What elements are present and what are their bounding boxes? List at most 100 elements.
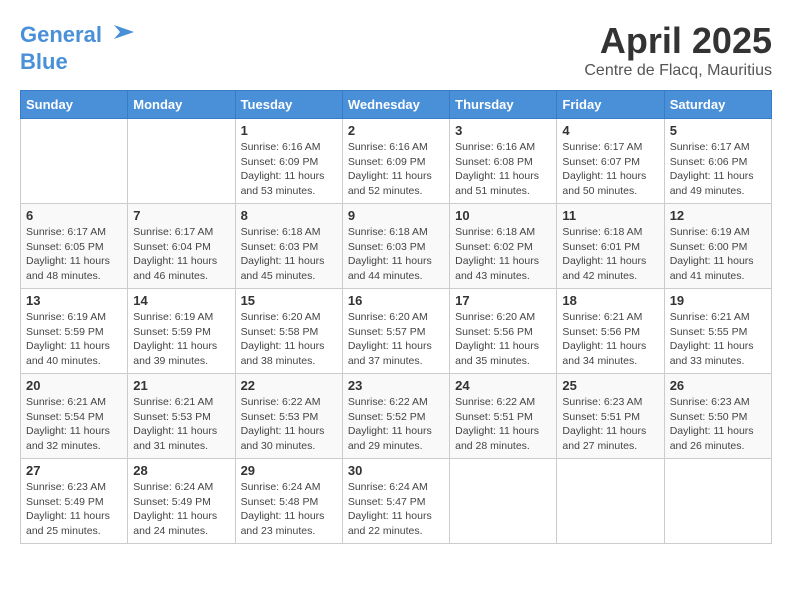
month-title: April 2025 — [584, 20, 772, 62]
sunrise: Sunrise: 6:19 AM — [670, 225, 766, 240]
daylight: Daylight: 11 hours and 29 minutes. — [348, 424, 444, 453]
sunset: Sunset: 5:53 PM — [241, 410, 337, 425]
calendar-cell: 21 Sunrise: 6:21 AM Sunset: 5:53 PM Dayl… — [128, 374, 235, 459]
day-number: 2 — [348, 123, 444, 138]
sunrise: Sunrise: 6:22 AM — [348, 395, 444, 410]
calendar-week-5: 27 Sunrise: 6:23 AM Sunset: 5:49 PM Dayl… — [21, 459, 772, 544]
day-info: Sunrise: 6:20 AM Sunset: 5:58 PM Dayligh… — [241, 310, 337, 369]
sunset: Sunset: 5:59 PM — [26, 325, 122, 340]
calendar-cell: 5 Sunrise: 6:17 AM Sunset: 6:06 PM Dayli… — [664, 119, 771, 204]
day-number: 14 — [133, 293, 229, 308]
weekday-header-tuesday: Tuesday — [235, 91, 342, 119]
sunrise: Sunrise: 6:18 AM — [562, 225, 658, 240]
day-info: Sunrise: 6:20 AM Sunset: 5:56 PM Dayligh… — [455, 310, 551, 369]
calendar-cell: 19 Sunrise: 6:21 AM Sunset: 5:55 PM Dayl… — [664, 289, 771, 374]
day-number: 9 — [348, 208, 444, 223]
daylight: Daylight: 11 hours and 46 minutes. — [133, 254, 229, 283]
sunset: Sunset: 5:59 PM — [133, 325, 229, 340]
calendar-cell: 23 Sunrise: 6:22 AM Sunset: 5:52 PM Dayl… — [342, 374, 449, 459]
daylight: Daylight: 11 hours and 52 minutes. — [348, 169, 444, 198]
day-info: Sunrise: 6:21 AM Sunset: 5:53 PM Dayligh… — [133, 395, 229, 454]
day-number: 13 — [26, 293, 122, 308]
sunset: Sunset: 5:55 PM — [670, 325, 766, 340]
sunrise: Sunrise: 6:20 AM — [241, 310, 337, 325]
day-info: Sunrise: 6:22 AM Sunset: 5:52 PM Dayligh… — [348, 395, 444, 454]
calendar-cell: 6 Sunrise: 6:17 AM Sunset: 6:05 PM Dayli… — [21, 204, 128, 289]
sunset: Sunset: 6:08 PM — [455, 155, 551, 170]
sunrise: Sunrise: 6:24 AM — [133, 480, 229, 495]
daylight: Daylight: 11 hours and 25 minutes. — [26, 509, 122, 538]
daylight: Daylight: 11 hours and 23 minutes. — [241, 509, 337, 538]
calendar-week-1: 1 Sunrise: 6:16 AM Sunset: 6:09 PM Dayli… — [21, 119, 772, 204]
daylight: Daylight: 11 hours and 22 minutes. — [348, 509, 444, 538]
sunset: Sunset: 5:49 PM — [26, 495, 122, 510]
day-number: 20 — [26, 378, 122, 393]
day-info: Sunrise: 6:24 AM Sunset: 5:48 PM Dayligh… — [241, 480, 337, 539]
sunset: Sunset: 6:03 PM — [348, 240, 444, 255]
calendar-cell: 27 Sunrise: 6:23 AM Sunset: 5:49 PM Dayl… — [21, 459, 128, 544]
sunset: Sunset: 6:07 PM — [562, 155, 658, 170]
day-number: 19 — [670, 293, 766, 308]
calendar-cell: 22 Sunrise: 6:22 AM Sunset: 5:53 PM Dayl… — [235, 374, 342, 459]
sunset: Sunset: 6:06 PM — [670, 155, 766, 170]
sunset: Sunset: 6:00 PM — [670, 240, 766, 255]
daylight: Daylight: 11 hours and 27 minutes. — [562, 424, 658, 453]
sunset: Sunset: 5:49 PM — [133, 495, 229, 510]
day-number: 30 — [348, 463, 444, 478]
calendar-cell: 16 Sunrise: 6:20 AM Sunset: 5:57 PM Dayl… — [342, 289, 449, 374]
sunrise: Sunrise: 6:20 AM — [348, 310, 444, 325]
daylight: Daylight: 11 hours and 41 minutes. — [670, 254, 766, 283]
calendar-cell: 4 Sunrise: 6:17 AM Sunset: 6:07 PM Dayli… — [557, 119, 664, 204]
logo: General Blue — [20, 20, 136, 74]
sunrise: Sunrise: 6:17 AM — [670, 140, 766, 155]
daylight: Daylight: 11 hours and 45 minutes. — [241, 254, 337, 283]
daylight: Daylight: 11 hours and 44 minutes. — [348, 254, 444, 283]
sunset: Sunset: 6:09 PM — [241, 155, 337, 170]
sunrise: Sunrise: 6:18 AM — [455, 225, 551, 240]
sunrise: Sunrise: 6:18 AM — [348, 225, 444, 240]
daylight: Daylight: 11 hours and 40 minutes. — [26, 339, 122, 368]
day-number: 28 — [133, 463, 229, 478]
day-number: 24 — [455, 378, 551, 393]
day-info: Sunrise: 6:18 AM Sunset: 6:03 PM Dayligh… — [241, 225, 337, 284]
calendar-cell: 13 Sunrise: 6:19 AM Sunset: 5:59 PM Dayl… — [21, 289, 128, 374]
sunrise: Sunrise: 6:23 AM — [26, 480, 122, 495]
day-info: Sunrise: 6:17 AM Sunset: 6:05 PM Dayligh… — [26, 225, 122, 284]
sunrise: Sunrise: 6:21 AM — [26, 395, 122, 410]
day-info: Sunrise: 6:23 AM Sunset: 5:51 PM Dayligh… — [562, 395, 658, 454]
sunrise: Sunrise: 6:23 AM — [670, 395, 766, 410]
calendar-cell: 7 Sunrise: 6:17 AM Sunset: 6:04 PM Dayli… — [128, 204, 235, 289]
calendar-cell — [128, 119, 235, 204]
calendar-cell: 1 Sunrise: 6:16 AM Sunset: 6:09 PM Dayli… — [235, 119, 342, 204]
sunset: Sunset: 5:54 PM — [26, 410, 122, 425]
daylight: Daylight: 11 hours and 35 minutes. — [455, 339, 551, 368]
day-info: Sunrise: 6:24 AM Sunset: 5:49 PM Dayligh… — [133, 480, 229, 539]
weekday-header-thursday: Thursday — [450, 91, 557, 119]
sunset: Sunset: 5:51 PM — [455, 410, 551, 425]
day-info: Sunrise: 6:18 AM Sunset: 6:03 PM Dayligh… — [348, 225, 444, 284]
day-info: Sunrise: 6:20 AM Sunset: 5:57 PM Dayligh… — [348, 310, 444, 369]
sunset: Sunset: 5:48 PM — [241, 495, 337, 510]
calendar-cell: 17 Sunrise: 6:20 AM Sunset: 5:56 PM Dayl… — [450, 289, 557, 374]
calendar-cell: 20 Sunrise: 6:21 AM Sunset: 5:54 PM Dayl… — [21, 374, 128, 459]
sunset: Sunset: 5:53 PM — [133, 410, 229, 425]
sunset: Sunset: 5:52 PM — [348, 410, 444, 425]
day-number: 18 — [562, 293, 658, 308]
calendar-cell: 29 Sunrise: 6:24 AM Sunset: 5:48 PM Dayl… — [235, 459, 342, 544]
calendar-cell: 25 Sunrise: 6:23 AM Sunset: 5:51 PM Dayl… — [557, 374, 664, 459]
daylight: Daylight: 11 hours and 43 minutes. — [455, 254, 551, 283]
sunset: Sunset: 6:01 PM — [562, 240, 658, 255]
sunset: Sunset: 6:02 PM — [455, 240, 551, 255]
sunset: Sunset: 6:03 PM — [241, 240, 337, 255]
day-number: 15 — [241, 293, 337, 308]
sunrise: Sunrise: 6:17 AM — [562, 140, 658, 155]
daylight: Daylight: 11 hours and 51 minutes. — [455, 169, 551, 198]
sunset: Sunset: 5:58 PM — [241, 325, 337, 340]
sunset: Sunset: 5:56 PM — [455, 325, 551, 340]
day-number: 16 — [348, 293, 444, 308]
day-number: 27 — [26, 463, 122, 478]
calendar-cell: 14 Sunrise: 6:19 AM Sunset: 5:59 PM Dayl… — [128, 289, 235, 374]
logo-text: General — [20, 23, 102, 47]
sunset: Sunset: 5:56 PM — [562, 325, 658, 340]
sunrise: Sunrise: 6:22 AM — [241, 395, 337, 410]
